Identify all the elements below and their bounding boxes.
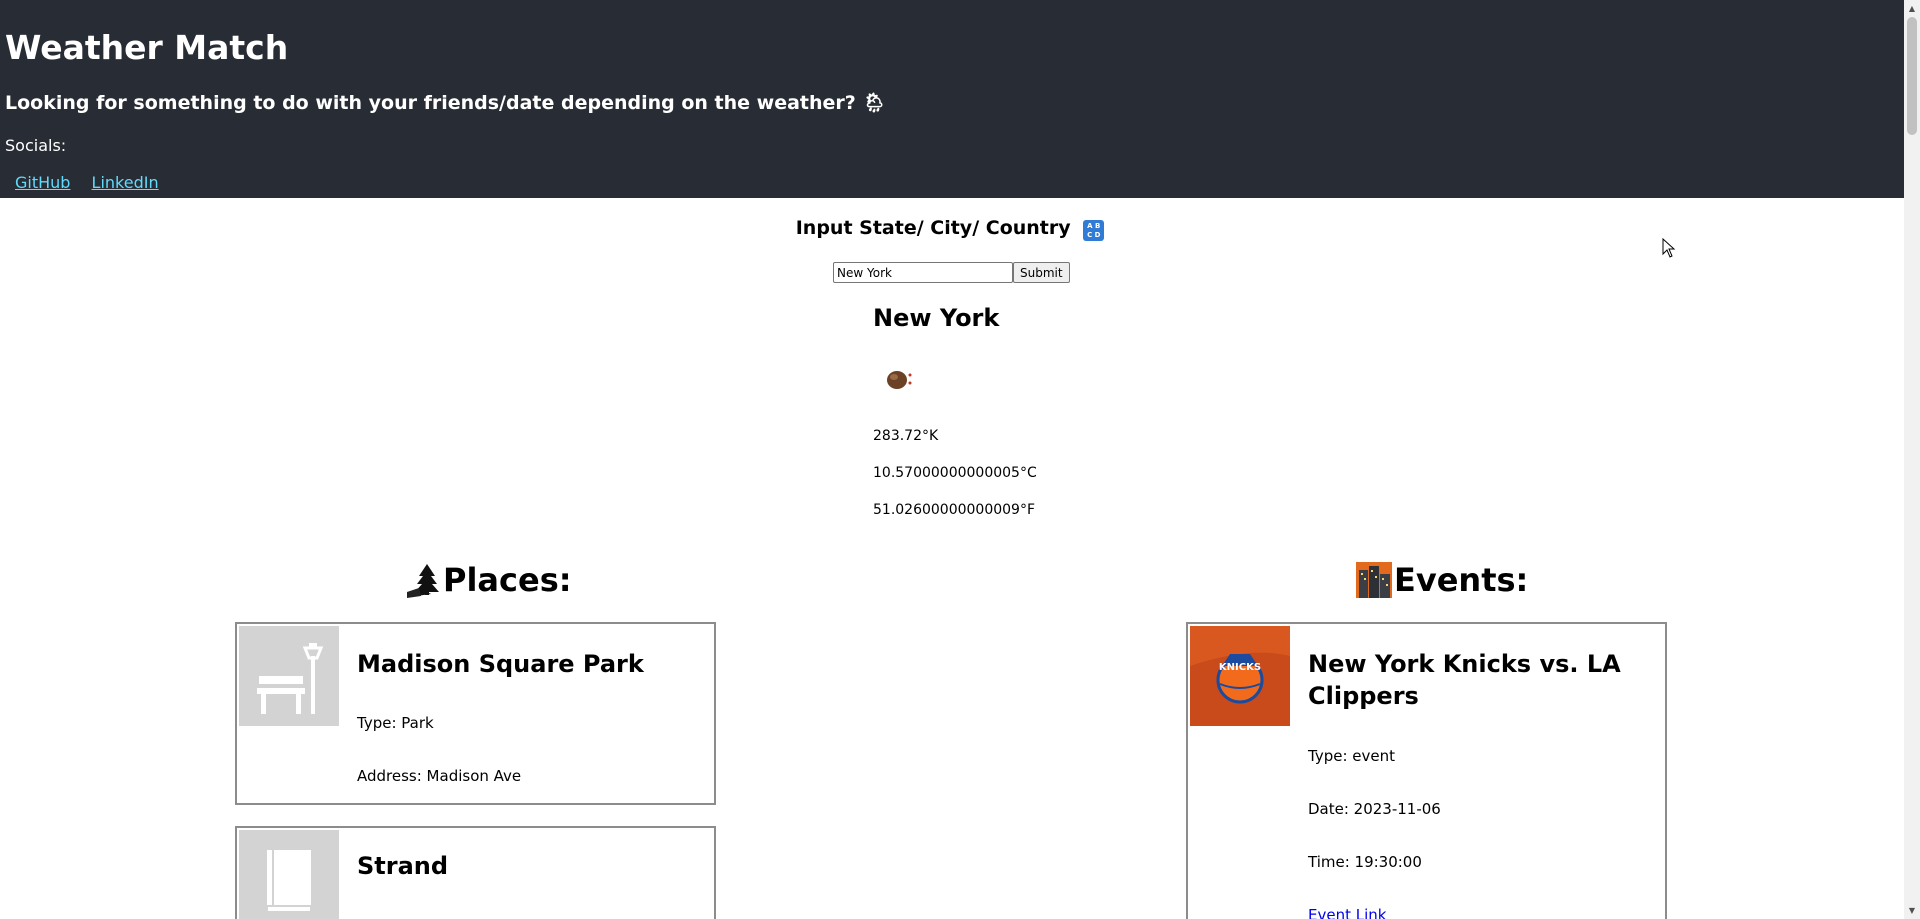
place-type: Type: Park <box>357 714 434 732</box>
park-landscape-icon <box>407 564 439 598</box>
socials-label: Socials: <box>5 136 67 155</box>
city-name: New York <box>873 304 1000 332</box>
places-heading: Places: <box>407 561 572 599</box>
scroll-thumb[interactable] <box>1907 17 1917 135</box>
place-name: Strand <box>357 852 449 880</box>
events-heading: Events: <box>1356 561 1528 599</box>
event-time: Time: 19:30:00 <box>1308 853 1422 871</box>
weather-panel: New York 283.72°K 10.57000000000005°C 51… <box>873 304 1037 518</box>
search-heading-text: Input State/ City/ Country <box>795 217 1071 239</box>
submit-button[interactable]: Submit <box>1013 262 1070 283</box>
linkedin-link[interactable]: LinkedIn <box>92 173 159 192</box>
svg-text:KNICKS: KNICKS <box>1219 662 1261 673</box>
event-title-line1: New York Knicks vs. LA <box>1308 650 1621 678</box>
social-links: GitHub LinkedIn <box>15 173 175 192</box>
place-card[interactable]: Strand <box>235 826 716 919</box>
book-icon <box>239 830 339 919</box>
temp-fahrenheit: 51.02600000000009°F <box>873 502 1036 518</box>
event-link[interactable]: Event Link <box>1308 906 1386 919</box>
places-heading-text: Places: <box>443 561 572 599</box>
location-input[interactable] <box>833 262 1013 283</box>
cityscape-icon <box>1356 562 1392 598</box>
scroll-up-arrow[interactable]: ▲ <box>1904 0 1920 17</box>
event-title-line2: Clippers <box>1308 682 1419 710</box>
weather-condition-icon <box>887 371 912 389</box>
knicks-logo-icon: KNICKS <box>1190 626 1290 726</box>
vertical-scrollbar[interactable]: ▲ ▼ <box>1904 0 1920 919</box>
site-tagline: Looking for something to do with your fr… <box>5 92 887 114</box>
event-title: New York Knicks vs. LA Clippers <box>1308 648 1621 712</box>
temp-kelvin: 283.72°K <box>873 428 939 444</box>
search-heading: Input State/ City/ Country A BC D <box>0 217 1900 241</box>
search-form: Submit <box>833 262 1070 283</box>
page: Weather Match Looking for something to d… <box>0 0 1904 919</box>
site-header: Weather Match Looking for something to d… <box>0 0 1904 198</box>
github-link[interactable]: GitHub <box>15 173 70 192</box>
mouse-cursor-icon <box>1662 238 1676 258</box>
temp-celsius: 10.57000000000005°C <box>873 465 1037 481</box>
event-card[interactable]: KNICKS New York Knicks vs. LA Clippers T… <box>1186 622 1667 919</box>
place-address: Address: Madison Ave <box>357 767 522 785</box>
event-date: Date: 2023-11-06 <box>1308 800 1441 818</box>
event-link-wrapper: Event Link <box>1308 906 1386 919</box>
events-heading-text: Events: <box>1394 561 1529 599</box>
park-bench-icon <box>239 626 339 726</box>
event-type: Type: event <box>1308 747 1395 765</box>
site-title: Weather Match <box>5 28 289 67</box>
place-name: Madison Square Park <box>357 650 644 678</box>
scroll-down-arrow[interactable]: ▼ <box>1904 902 1920 919</box>
place-card[interactable]: Madison Square Park Type: Park Address: … <box>235 622 716 805</box>
abcd-icon: A BC D <box>1083 220 1105 241</box>
